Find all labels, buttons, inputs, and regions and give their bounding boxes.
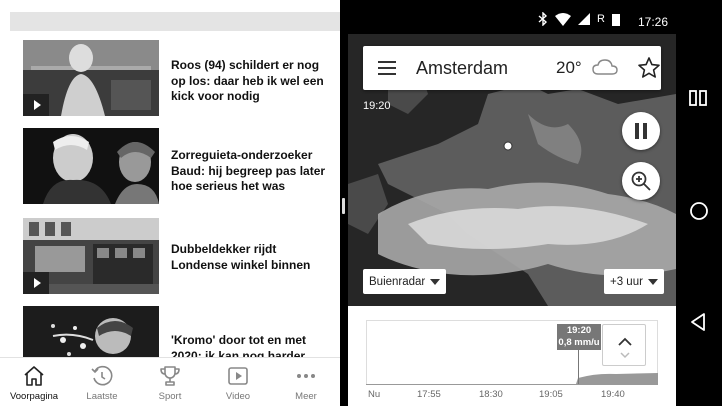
news-header-bar	[10, 12, 340, 31]
tooltip-time: 19:20	[566, 325, 592, 336]
article-headline: Dubbeldekker rijdt Londense winkel binne…	[171, 242, 311, 272]
bluetooth-icon	[538, 12, 548, 26]
article-item[interactable]: Dubbeldekker rijdt Londense winkel binne…	[0, 218, 340, 298]
nav-item-sport[interactable]: Sport	[136, 358, 204, 406]
chevron-down-icon	[647, 278, 658, 285]
article-thumbnail[interactable]	[23, 218, 159, 294]
city-name[interactable]: Amsterdam	[416, 58, 508, 79]
time-marker[interactable]	[578, 350, 579, 384]
location-bar: Amsterdam 20°	[363, 46, 661, 90]
source-dropdown[interactable]: Buienradar	[363, 269, 447, 294]
favorite-star-icon[interactable]	[637, 56, 661, 80]
range-dropdown[interactable]: +3 uur	[604, 269, 664, 294]
nav-label: Sport	[158, 391, 182, 402]
video-play-icon	[23, 94, 49, 116]
nav-item-laatste[interactable]: Laatste	[68, 358, 136, 406]
news-app: Roos (94) schildert er nog op los: daar …	[0, 0, 340, 406]
news-status-strip	[0, 0, 340, 12]
chart-axis	[366, 384, 658, 385]
nav-item-video[interactable]: Video	[204, 358, 272, 406]
axis-label: 18:30	[479, 389, 503, 400]
chevron-down-icon	[620, 352, 630, 359]
article-thumbnail[interactable]	[23, 128, 159, 204]
nav-item-voorpagina[interactable]: Voorpagina	[0, 358, 68, 406]
article-item[interactable]: Zorreguieta-onderzoeker Baud: hij begree…	[0, 128, 340, 208]
precipitation-chart[interactable]: 19:20 0,8 mm/u Nu 17:55 18:30 19:05 19:4…	[348, 306, 676, 406]
axis-label: 17:55	[417, 389, 441, 400]
status-bar: R 17:26	[348, 0, 676, 34]
expand-chart-button[interactable]	[602, 324, 646, 366]
cloud-icon	[592, 59, 618, 75]
trophy-icon	[160, 366, 180, 386]
divider-handle[interactable]	[342, 198, 345, 214]
article-thumbnail[interactable]	[23, 40, 159, 116]
zoom-button[interactable]	[622, 162, 660, 200]
back-triangle-icon[interactable]	[688, 312, 708, 332]
wifi-icon	[555, 12, 572, 26]
battery-icon	[612, 13, 620, 26]
android-navigation-bar	[676, 0, 722, 406]
home-circle-icon[interactable]	[688, 200, 710, 222]
nav-label: Laatste	[86, 391, 118, 402]
article-item[interactable]: Roos (94) schildert er nog op los: daar …	[0, 40, 340, 120]
map-timestamp: 19:20	[363, 100, 391, 112]
axis-label: 19:40	[601, 389, 625, 400]
zoom-in-icon	[631, 171, 651, 191]
temperature: 20°	[556, 58, 582, 77]
video-play-icon	[23, 272, 49, 294]
chevron-up-icon	[618, 337, 632, 346]
axis-label: Nu	[368, 389, 381, 400]
nav-item-meer[interactable]: Meer	[272, 358, 340, 406]
nav-label: Meer	[295, 391, 317, 402]
article-headline: Roos (94) schildert er nog op los: daar …	[171, 58, 324, 103]
clock-refresh-icon	[91, 365, 113, 386]
signal-icon	[578, 13, 591, 25]
nav-label: Voorpagina	[9, 391, 59, 402]
status-icons: R	[538, 12, 620, 26]
article-headline: Zorreguieta-onderzoeker Baud: hij begree…	[171, 148, 326, 193]
carrier-label: R	[597, 13, 605, 25]
source-dropdown-label: Buienradar	[369, 275, 426, 288]
home-icon	[24, 366, 44, 386]
bottom-navigation: Voorpagina Laatste Sport Video Meer	[0, 357, 340, 406]
pause-button[interactable]	[622, 112, 660, 150]
status-time: 17:26	[637, 15, 668, 29]
precipitation-tooltip: 19:20 0,8 mm/u	[557, 324, 601, 350]
axis-label: 19:05	[539, 389, 563, 400]
hamburger-menu-icon[interactable]	[378, 61, 396, 75]
nav-label: Video	[225, 391, 251, 402]
pause-icon	[635, 123, 647, 139]
recent-apps-icon[interactable]	[688, 88, 708, 108]
weather-app: R 17:26 Amsterdam 20° 19:20 Buienradar +…	[348, 0, 676, 406]
chevron-down-icon	[430, 278, 441, 285]
more-dots-icon	[297, 374, 315, 378]
range-dropdown-label: +3 uur	[610, 275, 643, 288]
tooltip-value: 0,8 mm/u	[558, 337, 600, 348]
video-play-icon	[228, 367, 248, 385]
